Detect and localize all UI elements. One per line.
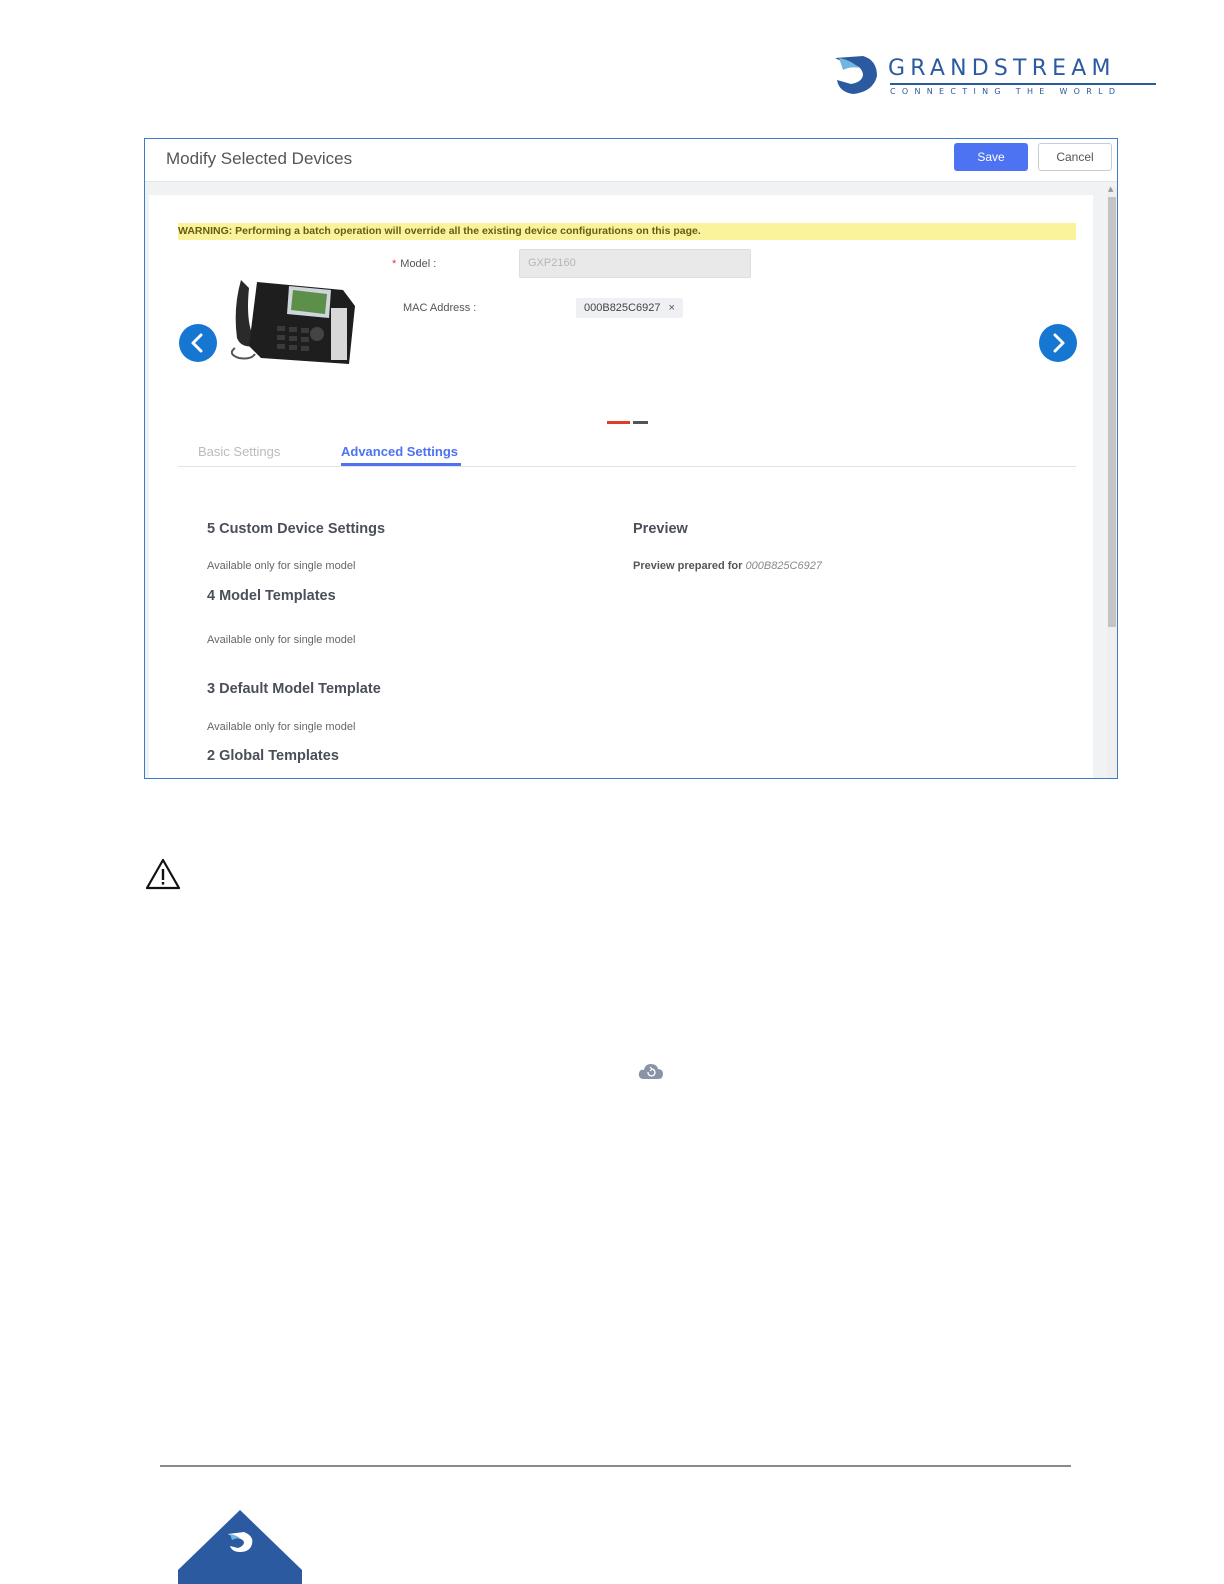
warning-triangle-icon [145, 858, 181, 890]
model-label: * Model : [392, 258, 437, 270]
chevron-right-icon [1053, 333, 1065, 353]
grandstream-logo: GRANDSTREAM CONNECTING THE WORLD [833, 54, 1163, 100]
preview-prepared-for: Preview prepared for 000B825C6927 [633, 560, 822, 572]
dialog-content: WARNING: Performing a batch operation wi… [149, 195, 1093, 778]
section-note: Available only for single model [207, 721, 356, 733]
grandstream-footer-logo-icon [178, 1510, 302, 1584]
batch-warning: WARNING: Performing a batch operation wi… [178, 223, 1076, 240]
gxp2160-phone-image [231, 280, 355, 364]
brand-tagline: CONNECTING THE WORLD [890, 87, 1122, 96]
tab-divider [178, 466, 1076, 467]
grandstream-logo-icon [835, 56, 877, 94]
carousel-indicator[interactable] [633, 421, 648, 424]
modify-devices-dialog: Modify Selected Devices Save Cancel WARN… [144, 138, 1118, 779]
chevron-left-icon [191, 333, 203, 353]
mac-address-chip: 000B825C6927 × [576, 298, 683, 318]
mac-address-label: MAC Address : [403, 302, 477, 314]
cancel-button[interactable]: Cancel [1038, 143, 1112, 171]
remove-chip-icon[interactable]: × [668, 302, 674, 314]
carousel-next-button[interactable] [1039, 324, 1077, 362]
save-button[interactable]: Save [954, 143, 1028, 171]
dialog-title: Modify Selected Devices [166, 149, 353, 168]
section-note: Available only for single model [207, 560, 356, 572]
dialog-header: Modify Selected Devices Save Cancel [145, 139, 1117, 182]
tab-advanced-settings[interactable]: Advanced Settings [341, 444, 458, 459]
cloud-sync-icon [638, 1064, 663, 1079]
carousel-indicator-active[interactable] [607, 421, 630, 424]
section-default-model-template: 3 Default Model Template [207, 681, 381, 697]
preview-mac-value: 000B825C6927 [745, 560, 822, 572]
carousel-prev-button[interactable] [179, 324, 217, 362]
section-model-templates: 4 Model Templates [207, 588, 336, 604]
scroll-up-icon[interactable]: ▲ [1108, 185, 1113, 193]
footer-divider [160, 1465, 1071, 1467]
mac-address-value: 000B825C6927 [584, 302, 661, 314]
section-global-templates: 2 Global Templates [207, 748, 339, 764]
logo-divider [890, 83, 1156, 85]
tab-basic-settings[interactable]: Basic Settings [198, 444, 280, 459]
preview-title: Preview [633, 521, 688, 537]
model-field[interactable]: GXP2160 [519, 249, 751, 278]
section-custom-device-settings: 5 Custom Device Settings [207, 521, 386, 537]
dialog-scrollbar-thumb[interactable] [1108, 197, 1116, 627]
brand-name: GRANDSTREAM [888, 56, 1116, 81]
section-note: Available only for single model [207, 634, 356, 646]
